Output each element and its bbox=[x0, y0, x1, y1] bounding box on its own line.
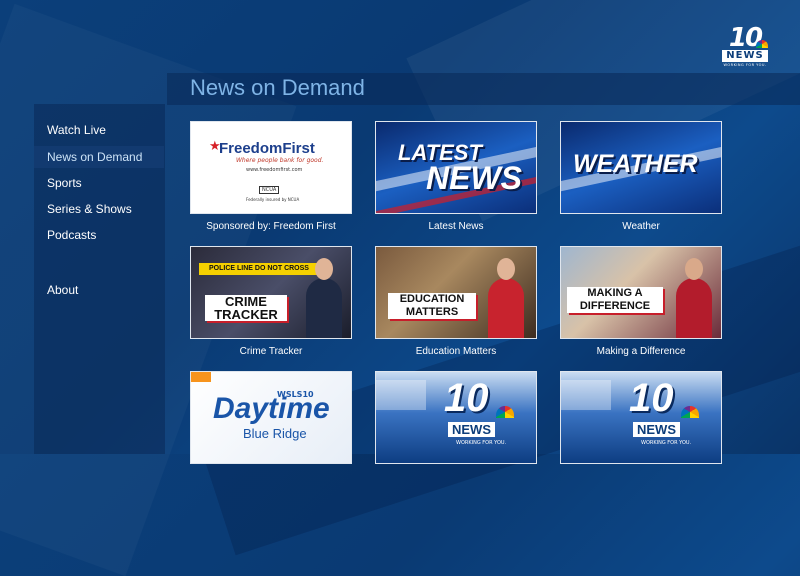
anchor-head bbox=[315, 258, 333, 280]
decor-corner bbox=[191, 372, 211, 382]
tile-art-line2: TRACKER bbox=[214, 307, 278, 322]
tile-caption: Weather bbox=[622, 221, 660, 232]
anchor-photo bbox=[306, 258, 342, 338]
sponsor-fine-print: Federally insured by NCUA bbox=[246, 197, 300, 202]
tile-art-banner: MAKING A DIFFERENCE bbox=[567, 287, 663, 313]
tile-daytime-blue-ridge[interactable]: WSLS10 Daytime Blue Ridge bbox=[190, 371, 352, 464]
anchor-head bbox=[497, 258, 515, 280]
anchor-photo bbox=[676, 258, 712, 338]
sidebar-item-series-shows[interactable]: Series & Shows bbox=[34, 198, 164, 220]
tile-art-line1: MAKING A bbox=[587, 287, 643, 299]
tile-art-line2: Blue Ridge bbox=[243, 426, 307, 441]
tile-art-line2: MATTERS bbox=[405, 306, 459, 318]
tile-thumbnail: WEATHER bbox=[560, 121, 722, 214]
tile-thumbnail: LATEST NEWS bbox=[375, 121, 537, 214]
tile-thumbnail: 10 NEWS WORKING FOR YOU. bbox=[560, 371, 722, 464]
tile-thumbnail: POLICE LINE DO NOT CROSS CRIME TRACKER bbox=[190, 246, 352, 339]
tile-caption: Education Matters bbox=[415, 346, 497, 357]
sidebar-item-about[interactable]: About bbox=[34, 279, 164, 301]
tile-weather[interactable]: WEATHER Weather bbox=[560, 121, 722, 232]
peacock-icon bbox=[681, 406, 699, 418]
tile-thumbnail: WSLS10 Daytime Blue Ridge bbox=[190, 371, 352, 464]
tile-art-banner: CRIME TRACKER bbox=[205, 295, 287, 321]
tile-art-banner: EDUCATION MATTERS bbox=[388, 293, 476, 319]
sponsor-url: www.freedomfirst.com bbox=[246, 167, 303, 173]
tile-education-matters[interactable]: EDUCATION MATTERS Education Matters bbox=[375, 246, 537, 357]
tile-caption: Sponsored by: Freedom First bbox=[206, 221, 336, 232]
tile-making-a-difference[interactable]: MAKING A DIFFERENCE Making a Difference bbox=[560, 246, 722, 357]
police-tape: POLICE LINE DO NOT CROSS bbox=[199, 263, 319, 275]
sponsor-brand: FreedomFirst bbox=[219, 140, 315, 157]
tile-caption: Making a Difference bbox=[596, 346, 686, 357]
tile-art-line1: Daytime bbox=[213, 392, 330, 425]
sponsor-slogan: Where people bank for good. bbox=[236, 157, 324, 164]
tile-crime-tracker[interactable]: POLICE LINE DO NOT CROSS CRIME TRACKER C… bbox=[190, 246, 352, 357]
tile-10-news-1[interactable]: 10 NEWS WORKING FOR YOU. bbox=[375, 371, 537, 464]
tile-sponsor[interactable]: ★ FreedomFirst Where people bank for goo… bbox=[190, 121, 352, 232]
tile-10-news-2[interactable]: 10 NEWS WORKING FOR YOU. bbox=[560, 371, 722, 464]
peacock-icon bbox=[756, 40, 768, 48]
sidebar-nav: Watch Live News on Demand Sports Series … bbox=[34, 104, 165, 454]
tile-thumbnail: ★ FreedomFirst Where people bank for goo… bbox=[190, 121, 352, 214]
sidebar-item-sports[interactable]: Sports bbox=[34, 172, 164, 194]
tile-art-line2: DIFFERENCE bbox=[579, 300, 651, 312]
tile-art-number: 10 bbox=[629, 376, 674, 420]
tile-art-line2: NEWS bbox=[426, 160, 522, 196]
tile-art-tagline: WORKING FOR YOU. bbox=[456, 440, 507, 446]
station-logo: 10 NEWS WORKING FOR YOU. bbox=[720, 25, 770, 67]
tile-caption: Latest News bbox=[428, 221, 484, 232]
sidebar-item-watch-live[interactable]: Watch Live bbox=[34, 119, 164, 141]
studio-backdrop bbox=[376, 380, 426, 410]
tile-thumbnail: EDUCATION MATTERS bbox=[375, 246, 537, 339]
sidebar-item-podcasts[interactable]: Podcasts bbox=[34, 224, 164, 246]
anchor-head bbox=[685, 258, 703, 280]
tile-art-tagline: WORKING FOR YOU. bbox=[641, 440, 692, 446]
tile-art-line1: WEATHER bbox=[573, 150, 698, 178]
logo-wordmark: NEWS bbox=[722, 50, 768, 62]
tile-thumbnail: 10 NEWS WORKING FOR YOU. bbox=[375, 371, 537, 464]
tile-art-wordmark: NEWS bbox=[448, 422, 495, 437]
peacock-icon bbox=[496, 406, 514, 418]
tile-art-wordmark: NEWS bbox=[633, 422, 680, 437]
logo-tagline: WORKING FOR YOU. bbox=[723, 63, 767, 67]
tile-caption: Crime Tracker bbox=[239, 346, 303, 357]
page-title: News on Demand bbox=[190, 75, 365, 100]
ncua-badge: NCUA bbox=[259, 186, 280, 194]
anchor-photo bbox=[488, 258, 524, 338]
tile-art-line1: EDUCATION bbox=[399, 293, 465, 305]
page-header: News on Demand bbox=[167, 73, 800, 105]
tile-thumbnail: MAKING A DIFFERENCE bbox=[560, 246, 722, 339]
tile-latest-news[interactable]: LATEST NEWS Latest News bbox=[375, 121, 537, 232]
studio-backdrop bbox=[561, 380, 611, 410]
sidebar-item-news-on-demand[interactable]: News on Demand bbox=[34, 146, 164, 168]
tile-art-number: 10 bbox=[444, 376, 489, 420]
